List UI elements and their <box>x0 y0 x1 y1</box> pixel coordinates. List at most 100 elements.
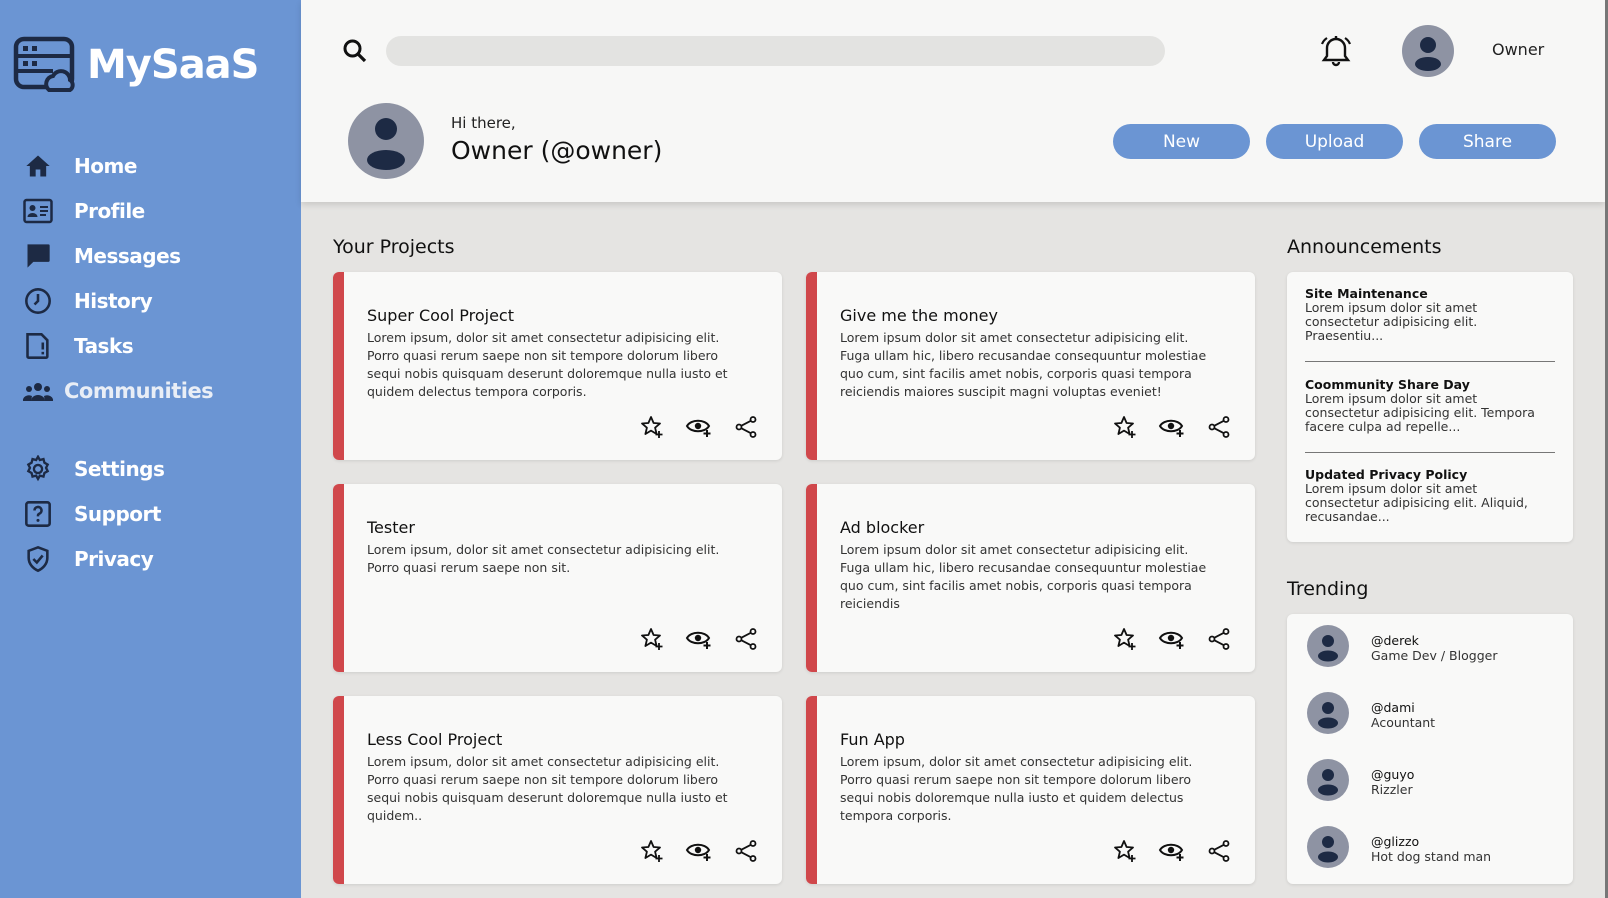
search-input[interactable] <box>386 36 1165 66</box>
card-accent-bar <box>806 272 817 460</box>
trending-item[interactable]: @guyo Rizzler <box>1307 759 1414 804</box>
logo-icon <box>13 36 75 92</box>
favorite-star-icon[interactable] <box>639 838 665 864</box>
announcement-text: Lorem ipsum dolor sit amet consectetur a… <box>1305 300 1478 343</box>
divider <box>1305 452 1555 453</box>
project-card[interactable]: Fun App Lorem ipsum, dolor sit amet conse… <box>806 696 1255 884</box>
card-accent-bar <box>806 484 817 672</box>
project-description: Lorem ipsum dolor sit amet consectetur a… <box>840 542 1207 611</box>
sidebar-item-settings[interactable]: Settings <box>22 451 165 487</box>
sidebar-item-label: Communities <box>64 379 214 403</box>
announcements-title: Announcements <box>1287 236 1442 258</box>
sidebar-item-history[interactable]: History <box>22 283 153 319</box>
user-name[interactable]: Owner <box>1492 40 1544 59</box>
project-title: Tester <box>367 518 415 537</box>
sidebar-item-label: History <box>74 289 153 313</box>
app-logo[interactable]: MySaaS <box>13 36 259 94</box>
trending-role: Hot dog stand man <box>1371 849 1492 864</box>
favorite-star-icon[interactable] <box>639 626 665 652</box>
sidebar-item-home[interactable]: Home <box>22 148 137 184</box>
share-icon[interactable] <box>1206 838 1232 864</box>
trending-handle: @derek <box>1371 633 1419 648</box>
sidebar-item-profile[interactable]: Profile <box>22 193 145 229</box>
announcement-title: Coommunity Share Day <box>1305 377 1470 392</box>
trending-item[interactable]: @dami Acountant <box>1307 692 1436 738</box>
app-name: MySaaS <box>87 42 259 88</box>
project-card[interactable]: Super Cool Project Lorem ipsum, dolor sit… <box>333 272 782 460</box>
share-button[interactable]: Share <box>1419 124 1556 159</box>
project-title: Less Cool Project <box>367 730 503 749</box>
display-name: Owner (@owner) <box>451 136 663 165</box>
upload-button[interactable]: Upload <box>1266 124 1403 159</box>
trending-item[interactable]: @glizzo Hot dog stand man <box>1307 826 1492 871</box>
trending-role: Game Dev / Blogger <box>1371 648 1498 663</box>
announcement-item[interactable]: Updated Privacy Policy Lorem ipsum dolor… <box>1305 467 1555 524</box>
trending-item[interactable]: @derek Game Dev / Blogger <box>1307 625 1498 671</box>
project-card[interactable]: Ad blocker Lorem ipsum dolor sit amet con… <box>806 484 1255 672</box>
task-document-icon <box>22 330 54 362</box>
watch-eye-icon[interactable] <box>1157 626 1187 652</box>
sidebar-item-messages[interactable]: Messages <box>22 238 181 274</box>
announcement-text: Lorem ipsum dolor sit amet consectetur a… <box>1305 481 1528 524</box>
project-card[interactable]: Tester Lorem ipsum, dolor sit amet consec… <box>333 484 782 672</box>
shield-icon <box>22 543 54 575</box>
favorite-star-icon[interactable] <box>1112 414 1138 440</box>
avatar <box>1307 692 1349 738</box>
sidebar-item-label: Messages <box>74 244 181 268</box>
chat-bubble-icon <box>22 240 54 272</box>
announcement-item[interactable]: Coommunity Share Day Lorem ipsum dolor s… <box>1305 377 1555 434</box>
new-button[interactable]: New <box>1113 124 1250 159</box>
sidebar-item-label: Privacy <box>74 547 154 571</box>
greeting: Hi there, <box>451 114 516 132</box>
trending-title: Trending <box>1287 578 1369 600</box>
project-title: Super Cool Project <box>367 306 514 325</box>
projects-title: Your Projects <box>333 236 455 258</box>
favorite-star-icon[interactable] <box>639 414 665 440</box>
sidebar-item-communities[interactable]: Communities <box>22 373 214 409</box>
help-icon <box>22 498 54 530</box>
divider <box>1305 361 1555 362</box>
sidebar-item-tasks[interactable]: Tasks <box>22 328 134 364</box>
sidebar-item-support[interactable]: Support <box>22 496 161 532</box>
share-icon[interactable] <box>733 626 759 652</box>
clock-icon <box>22 285 54 317</box>
watch-eye-icon[interactable] <box>684 838 714 864</box>
announcement-title: Site Maintenance <box>1305 286 1428 301</box>
sidebar-item-label: Support <box>74 502 161 526</box>
announcements-panel: Site Maintenance Lorem ipsum dolor sit a… <box>1287 272 1573 542</box>
announcement-title: Updated Privacy Policy <box>1305 467 1468 482</box>
announcement-item[interactable]: Site Maintenance Lorem ipsum dolor sit a… <box>1305 286 1555 343</box>
sidebar-item-label: Settings <box>74 457 165 481</box>
project-title: Ad blocker <box>840 518 925 537</box>
sidebar-item-privacy[interactable]: Privacy <box>22 541 154 577</box>
avatar[interactable] <box>1402 25 1454 81</box>
trending-handle: @dami <box>1371 700 1415 715</box>
search-icon[interactable] <box>340 36 370 70</box>
watch-eye-icon[interactable] <box>684 626 714 652</box>
project-description: Lorem ipsum, dolor sit amet consectetur … <box>840 754 1193 823</box>
share-icon[interactable] <box>1206 626 1232 652</box>
project-card[interactable]: Give me the money Lorem ipsum dolor sit a… <box>806 272 1255 460</box>
share-icon[interactable] <box>1206 414 1232 440</box>
project-description: Lorem ipsum dolor sit amet consectetur a… <box>840 330 1207 399</box>
share-icon[interactable] <box>733 838 759 864</box>
avatar <box>1307 625 1349 671</box>
project-description: Lorem ipsum, dolor sit amet consectetur … <box>367 330 728 399</box>
project-card[interactable]: Less Cool Project Lorem ipsum, dolor sit … <box>333 696 782 884</box>
id-card-icon <box>22 195 54 227</box>
sidebar-item-label: Profile <box>74 199 145 223</box>
watch-eye-icon[interactable] <box>1157 838 1187 864</box>
sidebar-item-label: Home <box>74 154 137 178</box>
home-icon <box>22 150 54 182</box>
favorite-star-icon[interactable] <box>1112 838 1138 864</box>
card-accent-bar <box>333 696 344 884</box>
sidebar: MySaaS Home Profile Messages History Tas… <box>0 0 301 898</box>
watch-eye-icon[interactable] <box>684 414 714 440</box>
share-icon[interactable] <box>733 414 759 440</box>
sidebar-item-label: Tasks <box>74 334 134 358</box>
bell-icon[interactable] <box>1318 34 1354 72</box>
trending-role: Acountant <box>1371 715 1436 730</box>
watch-eye-icon[interactable] <box>1157 414 1187 440</box>
favorite-star-icon[interactable] <box>1112 626 1138 652</box>
card-accent-bar <box>806 696 817 884</box>
